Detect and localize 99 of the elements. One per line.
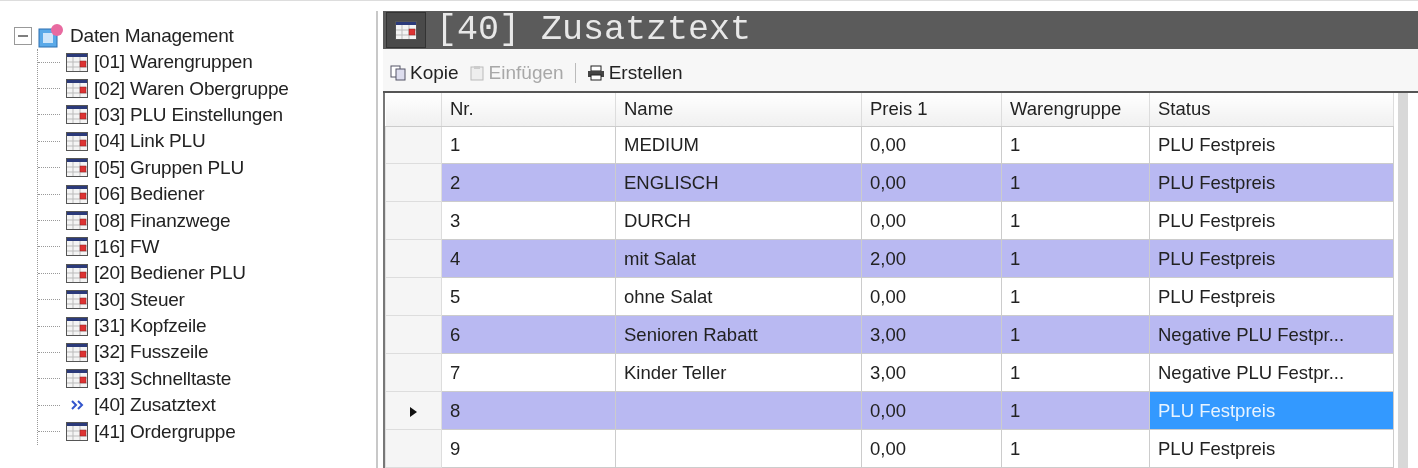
collapse-icon[interactable] [14,27,32,45]
table-cell: 1 [1001,429,1150,468]
table-cell: 7 [441,353,616,392]
table-cell: 3,00 [861,353,1002,392]
table-cell: 1 [1001,201,1150,240]
table-icon [66,263,88,283]
tree-item[interactable]: [31] Kopfzeile [94,315,207,338]
table-cell: 5 [441,277,616,316]
table-cell: 3 [441,201,616,240]
printer-icon [586,65,605,81]
table-cell: 0,00 [861,201,1002,240]
table-cell: MEDIUM [615,126,862,164]
table-icon [66,422,88,442]
table-cell: PLU Festpreis [1149,429,1394,468]
row-header[interactable] [385,126,442,164]
row-header[interactable] [385,163,442,202]
table-cell: PLU Festpreis [1149,239,1394,278]
table-cell: 0,00 [861,277,1002,316]
corner-header [385,93,442,126]
database-icon [38,23,64,49]
panel-title: [40] Zusatztext [436,10,752,50]
table-icon [66,369,88,389]
table-icon [66,131,88,151]
row-header[interactable] [385,353,442,392]
table-icon [66,158,88,178]
table-cell: Negative PLU Festpr... [1149,353,1394,392]
table-icon [66,79,88,99]
table-cell: Senioren Rabatt [615,315,862,354]
table-cell: ENGLISCH [615,163,862,202]
tree-item[interactable]: [04] Link PLU [94,130,206,153]
table-icon [66,343,88,362]
tree-item[interactable]: [30] Steuer [94,288,185,311]
row-header[interactable] [385,201,442,240]
table-icon [395,20,417,40]
tree-item[interactable]: [40] Zusatztext [94,394,216,417]
table-cell: DURCH [615,201,862,240]
row-header[interactable] [385,429,442,468]
tree-item[interactable]: Daten Management [70,25,234,47]
tree-item[interactable]: [33] Schnelltaste [94,367,232,390]
row-header[interactable] [385,239,442,278]
row-header[interactable] [385,391,442,430]
table-cell: Negative PLU Festpr... [1149,315,1394,354]
table-cell: 0,00 [861,163,1002,202]
column-header[interactable]: Name [615,93,862,126]
tree-item[interactable]: [06] Bediener [94,183,205,206]
table-cell: ohne Salat [615,277,862,316]
column-header[interactable]: Status [1149,93,1394,126]
table-cell: 1 [1001,353,1150,392]
tree-item[interactable]: [05] Gruppen PLU [94,156,244,179]
table-icon [66,237,88,257]
table-cell: 4 [441,239,616,278]
scrollbar[interactable] [1398,93,1408,468]
column-header[interactable]: Warengruppe [1001,93,1150,126]
table-cell: 0,00 [861,391,1002,430]
table-icon [66,290,88,310]
table-cell: PLU Festpreis [1149,201,1394,240]
table-cell: 1 [1001,163,1150,202]
table-icon [66,211,88,231]
tree-item[interactable]: [16] FW [94,235,160,258]
table-icon [66,316,88,336]
table-cell: PLU Festpreis [1149,126,1394,164]
tree-item[interactable]: [41] Ordergruppe [94,420,236,443]
table-cell: 2 [441,163,616,202]
row-header[interactable] [385,315,442,354]
table-cell: 6 [441,315,616,354]
row-header[interactable] [385,277,442,316]
table-cell: PLU Festpreis [1149,277,1394,316]
tree-item[interactable]: [03] PLU Einstellungen [94,103,283,126]
tree-item[interactable]: [08] Finanzwege [94,209,231,232]
table-cell: 1 [1001,391,1150,430]
clipboard-icon [468,65,485,81]
table-cell: 1 [441,126,616,164]
table-cell: mit Salat [615,239,862,278]
column-header[interactable]: Preis 1 [861,93,1002,126]
table-cell: 1 [1001,277,1150,316]
table-cell: 3,00 [861,315,1002,354]
table-icon [66,52,88,72]
table-cell: 9 [441,429,616,468]
column-header[interactable]: Nr. [441,93,616,126]
table-cell: 2,00 [861,239,1002,278]
table-cell: 1 [1001,315,1150,354]
table-cell: 8 [441,391,616,430]
tree-item[interactable]: [01] Warengruppen [94,51,253,74]
toolbar-button[interactable]: Erstellen [583,62,686,84]
table-icon [66,105,88,125]
table-icon [66,184,88,204]
copy-icon [390,65,406,81]
table-cell: 0,00 [861,126,1002,164]
table-cell: PLU Festpreis [1149,391,1394,430]
table-cell: Kinder Teller [615,353,862,392]
table-cell: 0,00 [861,429,1002,468]
table-cell: PLU Festpreis [1149,163,1394,202]
tree-item[interactable]: [32] Fusszeile [94,341,209,364]
table-cell: 1 [1001,126,1150,164]
tree-item[interactable]: [20] Bediener PLU [94,262,246,285]
tree-item[interactable]: [02] Waren Obergruppe [94,77,289,100]
row-pointer-icon [410,406,417,417]
toolbar-button[interactable]: Kopie [387,62,462,84]
table-cell: 1 [1001,239,1150,278]
